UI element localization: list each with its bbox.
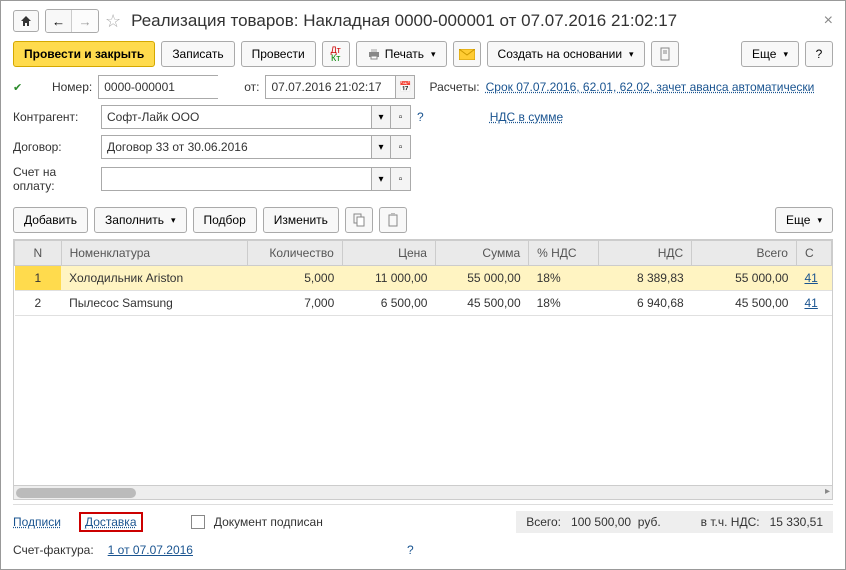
col-vat-pct[interactable]: % НДС	[529, 241, 599, 266]
invoice-input[interactable]	[101, 167, 371, 191]
posted-icon: ✔	[13, 81, 22, 94]
more-button[interactable]: Еще▾	[741, 41, 799, 67]
col-price[interactable]: Цена	[342, 241, 435, 266]
doc-signed-label: Документ подписан	[214, 515, 323, 529]
close-icon[interactable]: ×	[824, 12, 833, 30]
write-button[interactable]: Записать	[161, 41, 234, 67]
paste-button[interactable]	[379, 207, 407, 233]
vat-link[interactable]: НДС в сумме	[490, 110, 564, 124]
total-value: 100 500,00	[571, 515, 631, 529]
forward-button: →	[72, 10, 98, 32]
home-button[interactable]	[13, 10, 39, 32]
help-icon[interactable]: ?	[407, 543, 414, 557]
create-based-button[interactable]: Создать на основании▾	[487, 41, 645, 67]
items-table[interactable]: N Номенклатура Количество Цена Сумма % Н…	[14, 240, 832, 316]
back-button[interactable]: ←	[46, 10, 72, 32]
page-title: Реализация товаров: Накладная 0000-00000…	[131, 11, 818, 31]
invoice-footer-label: Счет-фактура:	[13, 543, 94, 557]
invoice-link[interactable]: 1 от 07.07.2016	[108, 543, 193, 557]
table-row[interactable]: 1 Холодильник Ariston 5,000 11 000,00 55…	[15, 266, 832, 291]
email-button[interactable]	[453, 41, 481, 67]
dt-kt-button[interactable]: ДтКт	[322, 41, 350, 67]
col-sum[interactable]: Сумма	[435, 241, 528, 266]
change-button[interactable]: Изменить	[263, 207, 339, 233]
number-input[interactable]: 0000-000001	[98, 75, 218, 99]
help-icon[interactable]: ?	[417, 110, 424, 124]
dropdown-icon[interactable]: ▾	[371, 135, 391, 159]
vat-value: 15 330,51	[770, 515, 823, 529]
signatures-link[interactable]: Подписи	[13, 515, 61, 529]
fill-button[interactable]: Заполнить▾	[94, 207, 186, 233]
col-qty[interactable]: Количество	[247, 241, 342, 266]
help-button[interactable]: ?	[805, 41, 833, 67]
date-input[interactable]: 07.07.2016 21:02:17	[265, 75, 395, 99]
contragent-label: Контрагент:	[13, 110, 95, 124]
date-label: от:	[244, 80, 259, 94]
attach-button[interactable]	[651, 41, 679, 67]
favorite-icon[interactable]: ☆	[105, 11, 121, 32]
col-total[interactable]: Всего	[692, 241, 797, 266]
col-item[interactable]: Номенклатура	[61, 241, 247, 266]
open-icon[interactable]: ▫	[391, 135, 411, 159]
print-button[interactable]: Печать▾	[356, 41, 447, 67]
open-icon[interactable]: ▫	[391, 167, 411, 191]
calendar-icon[interactable]: 📅	[395, 75, 415, 99]
number-label: Номер:	[32, 80, 92, 94]
col-n[interactable]: N	[15, 241, 62, 266]
horizontal-scrollbar[interactable]: ▸	[13, 486, 833, 500]
settlements-link[interactable]: Срок 07.07.2016, 62.01, 62.02, зачет ава…	[486, 80, 815, 94]
contragent-input[interactable]: Софт-Лайк ООО	[101, 105, 371, 129]
col-vat[interactable]: НДС	[599, 241, 692, 266]
delivery-link[interactable]: Доставка	[85, 515, 137, 529]
dropdown-icon[interactable]: ▾	[371, 105, 391, 129]
post-button[interactable]: Провести	[241, 41, 316, 67]
contract-label: Договор:	[13, 140, 95, 154]
open-icon[interactable]: ▫	[391, 105, 411, 129]
copy-button[interactable]	[345, 207, 373, 233]
doc-signed-checkbox[interactable]	[191, 515, 205, 529]
col-last[interactable]: С	[796, 241, 831, 266]
add-button[interactable]: Добавить	[13, 207, 88, 233]
settlements-label: Расчеты:	[429, 80, 479, 94]
table-more-button[interactable]: Еще▾	[775, 207, 833, 233]
invoice-label: Счет на оплату:	[13, 165, 95, 193]
table-row[interactable]: 2 Пылесос Samsung 7,000 6 500,00 45 500,…	[15, 291, 832, 316]
post-close-button[interactable]: Провести и закрыть	[13, 41, 155, 67]
dropdown-icon[interactable]: ▾	[371, 167, 391, 191]
select-button[interactable]: Подбор	[193, 207, 257, 233]
contract-input[interactable]: Договор 33 от 30.06.2016	[101, 135, 371, 159]
